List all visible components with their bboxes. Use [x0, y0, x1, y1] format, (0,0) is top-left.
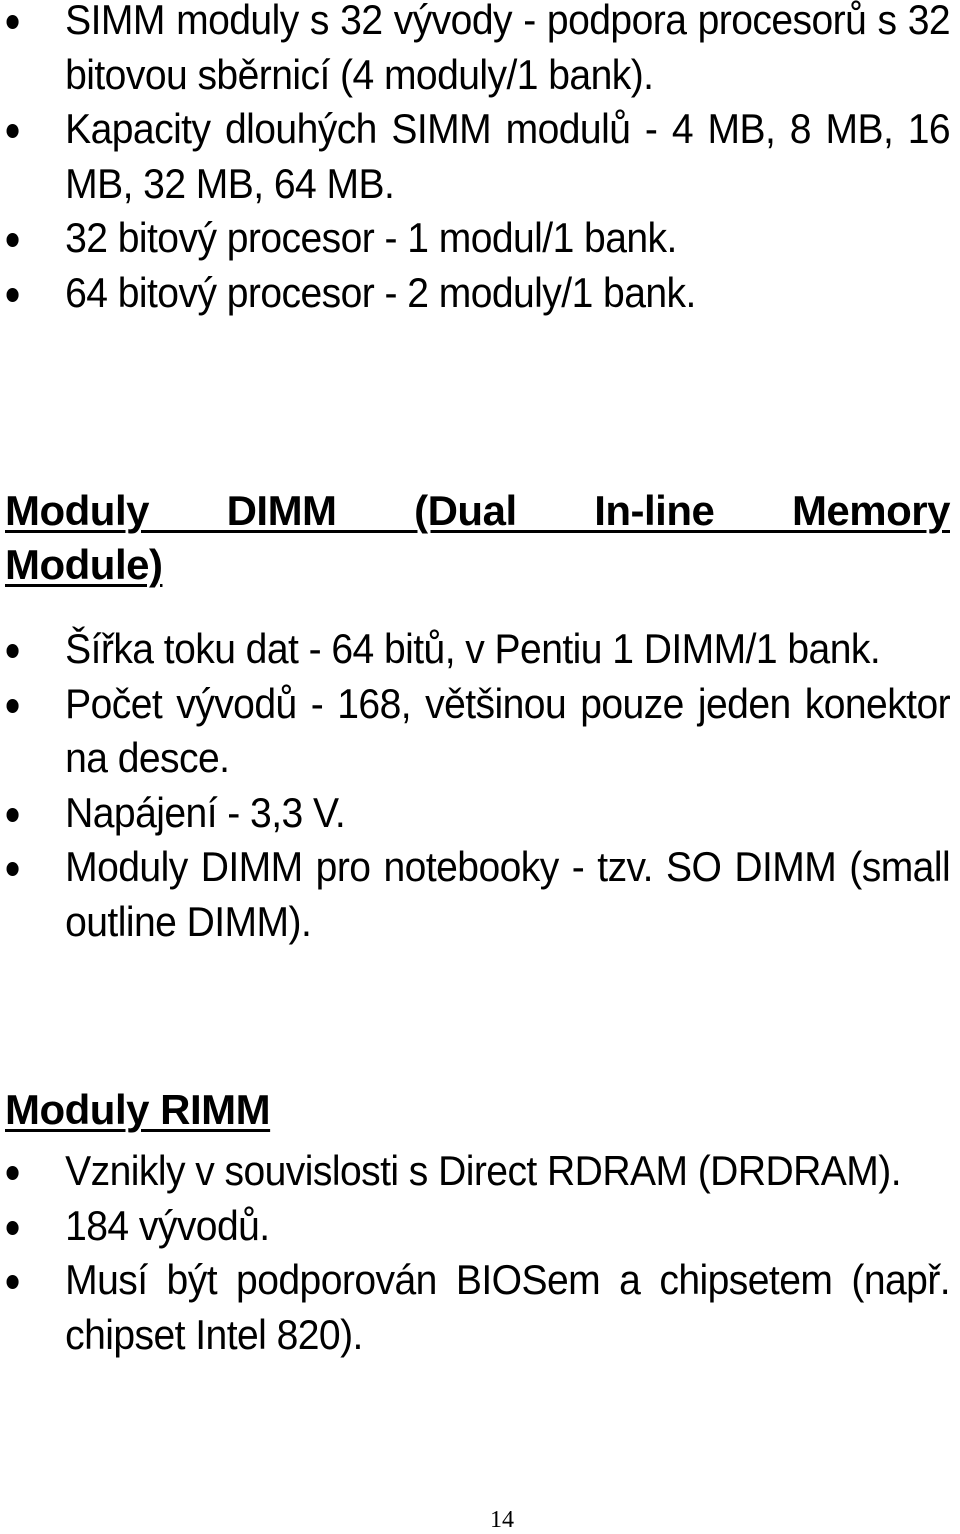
list-item-text: Napájení - 3,3 V. — [65, 788, 346, 836]
bullet-icon — [6, 287, 19, 302]
list-item: 32 bitový procesor - 1 modul/1 bank. — [0, 211, 888, 266]
rimm-section: Vznikly v souvislosti s Direct RDRAM (DR… — [0, 1144, 955, 1362]
bullet-icon — [6, 233, 19, 247]
list-item: Šířka toku dat - 64 bitů, v Pentiu 1 DIM… — [0, 622, 888, 677]
list-item: 184 vývodů. — [0, 1199, 888, 1254]
list-item-text: Musí být podporován BIOSem a chipsetem (… — [65, 1256, 951, 1358]
list-item: Počet vývodů - 168, většinou pouze jeden… — [0, 677, 951, 786]
rimm-bullet-list: Vznikly v souvislosti s Direct RDRAM (DR… — [0, 1144, 955, 1362]
list-item-text: Vznikly v souvislosti s Direct RDRAM (DR… — [65, 1147, 902, 1194]
list-item-text: Počet vývodů - 168, většinou pouze jeden… — [65, 679, 951, 782]
list-item-text: Šířka toku dat - 64 bitů, v Pentiu 1 DIM… — [65, 625, 881, 672]
list-item: Napájení - 3,3 V. — [0, 786, 888, 841]
list-item-text: Moduly DIMM pro notebooky - tzv. SO DIMM… — [65, 843, 951, 945]
bullet-icon — [6, 1275, 19, 1289]
list-item-text: SIMM moduly s 32 vývody - podpora proces… — [65, 0, 951, 98]
simm-section: SIMM moduly s 32 vývody - podpora proces… — [0, 0, 955, 320]
rimm-heading: Moduly RIMM — [5, 1086, 271, 1133]
dimm-section: Šířka toku dat - 64 bitů, v Pentiu 1 DIM… — [0, 622, 955, 949]
dimm-heading-line-1: Moduly DIMM (Dual In-line Memory — [5, 487, 951, 534]
list-item-text: 184 vývodů. — [65, 1201, 270, 1249]
rimm-heading-section: Moduly RIMM — [0, 1083, 955, 1137]
bullet-icon — [6, 1220, 19, 1235]
list-item: Musí být podporován BIOSem a chipsetem (… — [0, 1253, 951, 1362]
bullet-icon — [6, 807, 19, 822]
bullet-icon — [6, 15, 19, 29]
document-page: SIMM moduly s 32 vývody - podpora proces… — [0, 0, 960, 1533]
dimm-heading: Moduly DIMM (Dual In-line Memory Module) — [0, 484, 951, 592]
bullet-icon — [6, 124, 19, 138]
list-item: Vznikly v souvislosti s Direct RDRAM (DR… — [0, 1144, 902, 1199]
list-item-text: 64 bitový procesor - 2 moduly/1 bank. — [65, 268, 696, 316]
list-item: Kapacity dlouhých SIMM modulů - 4 MB, 8 … — [0, 102, 951, 211]
list-item-text: Kapacity dlouhých SIMM modulů - 4 MB, 8 … — [65, 105, 951, 207]
list-item: Moduly DIMM pro notebooky - tzv. SO DIMM… — [0, 840, 951, 949]
dimm-heading-section: Moduly DIMM (Dual In-line Memory Module) — [0, 484, 955, 592]
bullet-icon — [6, 644, 19, 658]
list-item: SIMM moduly s 32 vývody - podpora proces… — [0, 0, 951, 102]
bullet-icon — [6, 698, 19, 713]
simm-bullet-list: SIMM moduly s 32 vývody - podpora proces… — [0, 0, 955, 320]
dimm-bullet-list: Šířka toku dat - 64 bitů, v Pentiu 1 DIM… — [0, 622, 955, 949]
dimm-heading-line-2: Module) — [5, 541, 163, 588]
bullet-icon — [6, 862, 19, 876]
page-number: 14 — [490, 1507, 514, 1533]
list-item-text: 32 bitový procesor - 1 modul/1 bank. — [65, 214, 677, 261]
list-item: 64 bitový procesor - 2 moduly/1 bank. — [0, 266, 888, 321]
bullet-icon — [6, 1166, 19, 1180]
